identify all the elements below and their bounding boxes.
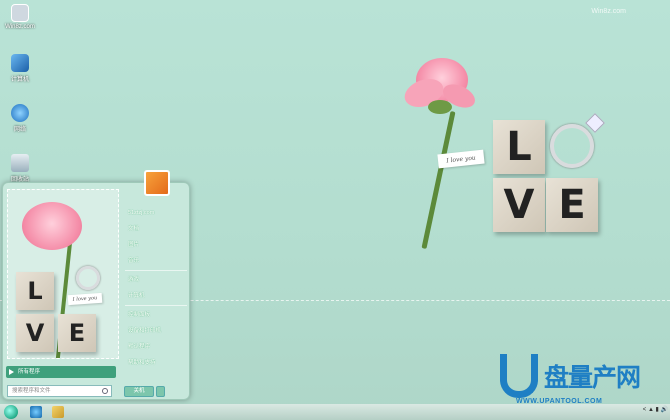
shutdown-button[interactable]: 关机: [124, 386, 154, 397]
ie-icon[interactable]: [30, 406, 42, 418]
menu-item-default-programs[interactable]: 默认程序: [125, 339, 187, 355]
ring: [550, 124, 594, 168]
site-icon: [11, 4, 29, 22]
start-menu-links: 51ztzj.com 文档 图片 音乐 游戏 计算机 控制面板 设备和打印机 默…: [125, 205, 187, 371]
search-icon: [102, 388, 108, 394]
menu-item-control-panel[interactable]: 控制面板: [125, 307, 187, 323]
thumb-letter-e: E: [58, 314, 96, 352]
letter-block-v: V: [493, 178, 545, 232]
rose-flower: [400, 56, 482, 126]
menu-item-games[interactable]: 游戏: [125, 272, 187, 288]
letter-block-l: L: [493, 120, 545, 174]
desktop-icon-label: 网络: [13, 127, 26, 133]
thumb-love-tag: I love you: [67, 292, 103, 306]
desktop-icon-label: Win8z.com: [5, 24, 35, 30]
menu-separator: [125, 270, 187, 271]
flower-stem: [421, 111, 456, 249]
u-logo-icon: [500, 354, 538, 398]
start-menu-picture-pane: L I love you V E: [7, 189, 119, 359]
letter-block-e: E: [546, 178, 598, 232]
desktop-icon-network[interactable]: 网络: [2, 104, 38, 133]
start-orb-icon[interactable]: [4, 405, 18, 419]
thumb-letter-l: L: [16, 272, 54, 310]
search-input[interactable]: 搜索程序和文件: [7, 385, 112, 397]
desktop-icon-computer[interactable]: 计算机: [2, 54, 38, 83]
desktop-icon-site[interactable]: Win8z.com: [2, 4, 38, 30]
menu-item-music[interactable]: 音乐: [125, 253, 187, 269]
menu-item-documents[interactable]: 文档: [125, 221, 187, 237]
recycle-bin-icon: [11, 154, 29, 172]
computer-icon: [11, 54, 29, 72]
menu-item-site[interactable]: 51ztzj.com: [125, 205, 187, 221]
play-arrow-icon: [9, 369, 14, 375]
explorer-icon[interactable]: [52, 406, 64, 418]
menu-item-help[interactable]: 帮助和支持: [125, 355, 187, 371]
thumb-rose: [22, 202, 82, 250]
menu-item-pictures[interactable]: 图片: [125, 237, 187, 253]
thumb-letter-v: V: [16, 314, 54, 352]
desktop-icon-label: 计算机: [10, 77, 29, 83]
all-programs-button[interactable]: 所有程序: [6, 366, 116, 378]
menu-separator: [125, 305, 187, 306]
corner-watermark-text: Win8z.com: [591, 8, 626, 15]
search-placeholder: 搜索程序和文件: [12, 388, 51, 394]
ring-diamond: [585, 113, 605, 133]
upantool-watermark: 盘量产网 WWW.UPANTOOL.COM: [500, 354, 660, 406]
menu-item-computer[interactable]: 计算机: [125, 288, 187, 304]
watermark-title: 盘量产网: [544, 363, 641, 392]
all-programs-label: 所有程序: [18, 369, 41, 375]
thumb-ring: [76, 266, 100, 290]
shutdown-options-button[interactable]: [156, 386, 165, 397]
system-tray[interactable]: < ▲ ▮ 🔊: [643, 406, 668, 413]
taskbar: < ▲ ▮ 🔊: [0, 404, 670, 420]
desktop-icon-recycle[interactable]: 回收站: [2, 154, 38, 183]
user-avatar[interactable]: [144, 170, 170, 196]
watermark-url: WWW.UPANTOOL.COM: [516, 398, 603, 405]
menu-item-devices-printers[interactable]: 设备和打印机: [125, 323, 187, 339]
network-icon: [11, 104, 29, 122]
